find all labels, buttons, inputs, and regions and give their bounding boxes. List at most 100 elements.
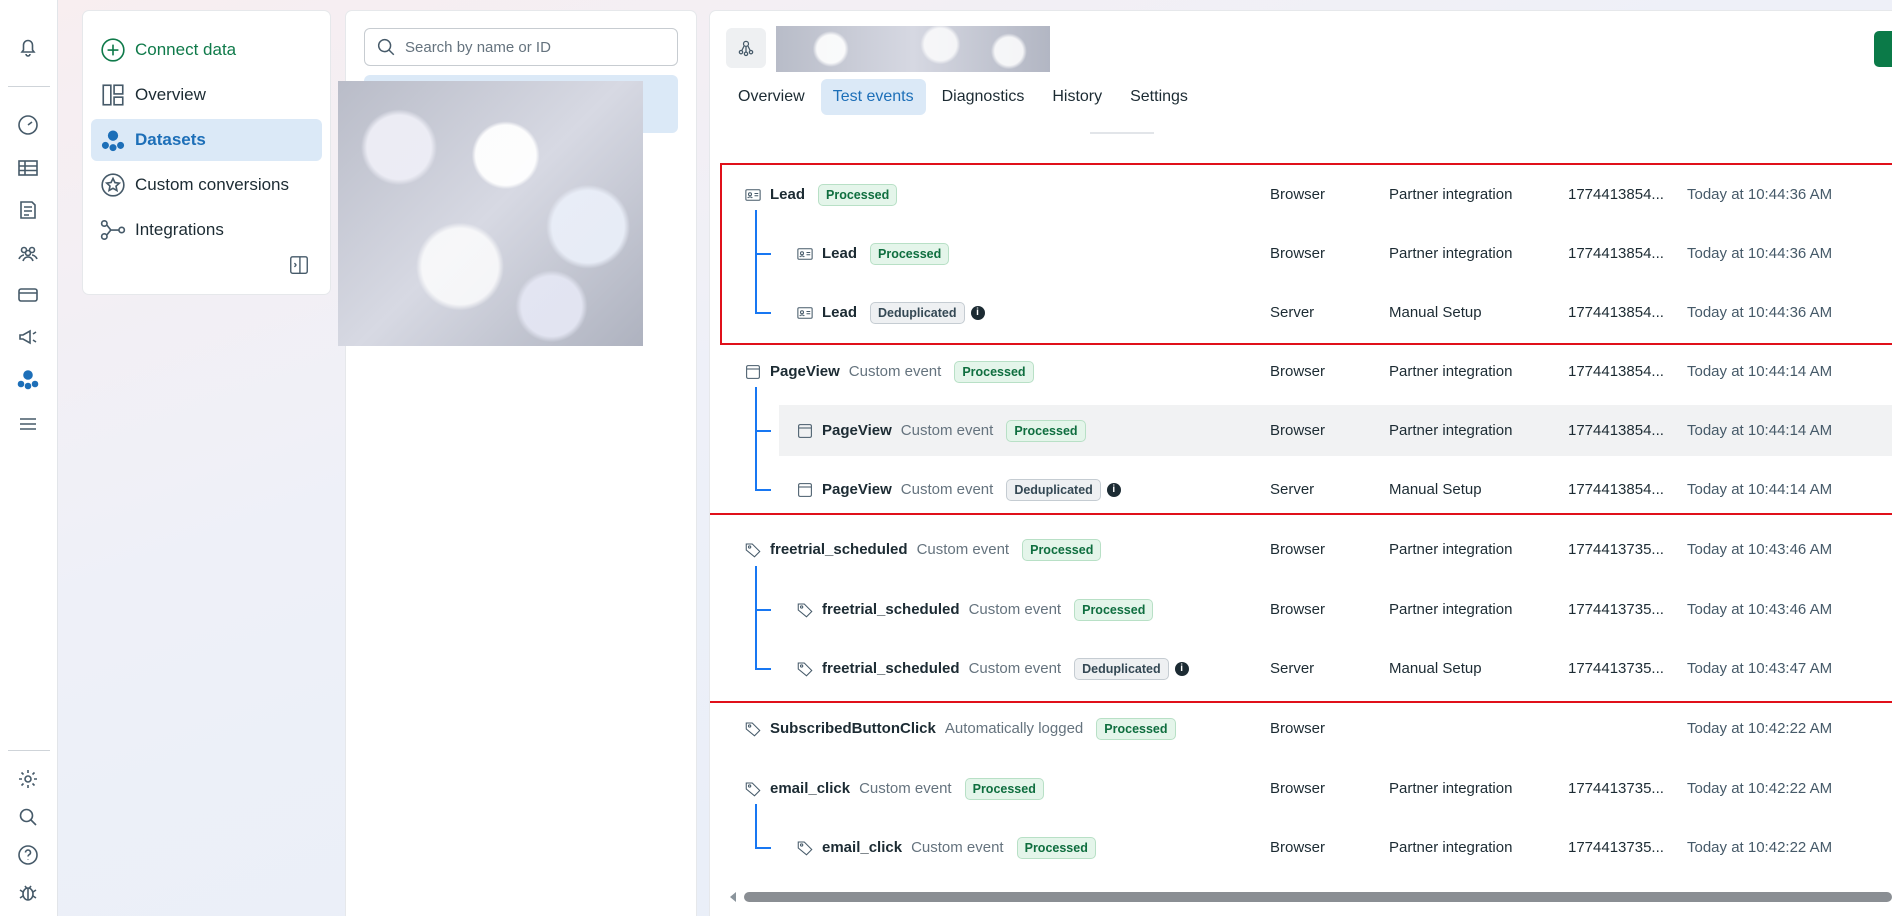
tab-diagnostics[interactable]: Diagnostics <box>930 79 1037 115</box>
nav-item-label: Custom conversions <box>135 175 290 194</box>
rail-divider <box>8 750 50 751</box>
source-cell: Browser <box>1270 839 1326 856</box>
tab-settings[interactable]: Settings <box>1118 79 1200 115</box>
integration-cell: Partner integration <box>1389 422 1513 439</box>
source-cell: Browser <box>1270 720 1326 737</box>
table-row[interactable]: PageView Custom event Processed Browser Part… <box>710 401 1892 460</box>
nav-item-datasets[interactable]: Datasets <box>91 119 322 161</box>
event-id-cell: 1774413854... <box>1568 422 1664 439</box>
tag-icon <box>796 839 814 857</box>
dataset-detail-panel: Overview Test events Diagnostics History… <box>710 11 1892 916</box>
tree-connector <box>755 429 771 432</box>
event-cell: PageView Custom event Processed <box>744 360 1034 383</box>
table-row[interactable]: SubscribedButtonClick Automatically logge… <box>710 698 1892 759</box>
dataset-name-blurred <box>776 26 1050 72</box>
event-cell: PageView Custom event Deduplicated i <box>796 478 1121 501</box>
tab-overview[interactable]: Overview <box>726 79 817 115</box>
event-name[interactable]: PageView <box>770 363 840 380</box>
collapse-sidebar-icon[interactable] <box>288 254 310 276</box>
event-name[interactable]: email_click <box>822 839 902 856</box>
nav-item-label: Overview <box>135 85 206 104</box>
plus-circle-icon <box>99 36 127 64</box>
integration-cell: Partner integration <box>1389 780 1513 797</box>
nav-item-label: Integrations <box>135 220 224 239</box>
primary-action-button[interactable] <box>1874 31 1892 67</box>
menu-icon[interactable] <box>13 409 43 439</box>
highlight-box <box>710 513 1892 703</box>
nav-item-custom-conversions[interactable]: Custom conversions <box>91 164 322 206</box>
table-row[interactable]: PageView Custom event Processed Browser Part… <box>710 342 1892 401</box>
info-icon[interactable]: i <box>1106 482 1121 497</box>
table-icon[interactable] <box>13 153 43 183</box>
tab-test-events[interactable]: Test events <box>820 79 926 115</box>
tab-history[interactable]: History <box>1040 79 1114 115</box>
search-input[interactable] <box>405 38 665 56</box>
page-icon <box>796 481 814 499</box>
tree-connector <box>755 846 771 849</box>
event-name[interactable]: PageView <box>822 481 892 498</box>
event-id-cell: 1774413735... <box>1568 780 1664 797</box>
table-row[interactable]: email_click Custom event Processed Browser P… <box>710 759 1892 818</box>
datasets-icon <box>99 126 127 154</box>
scroll-left-arrow-icon[interactable] <box>730 892 736 902</box>
event-name[interactable]: PageView <box>822 422 892 439</box>
time-cell: Today at 10:42:22 AM <box>1687 839 1833 856</box>
dataset-icon <box>738 40 754 57</box>
source-cell: Browser <box>1270 780 1326 797</box>
table-row[interactable]: email_click Custom event Processed Browser P… <box>710 818 1892 877</box>
status-badge: Processed <box>1096 717 1176 740</box>
highlight-box <box>720 163 1892 345</box>
event-type: Automatically logged <box>944 720 1084 737</box>
status-badge: Processed <box>954 360 1034 383</box>
scrollbar-thumb[interactable] <box>744 892 1892 902</box>
nav-item-overview[interactable]: Overview <box>91 74 322 116</box>
connect-data-label: Connect data <box>135 40 237 59</box>
tree-connector <box>755 804 757 849</box>
speedometer-icon[interactable] <box>13 110 43 140</box>
integration-cell: Partner integration <box>1389 363 1513 380</box>
event-id-cell: 1774413854... <box>1568 363 1664 380</box>
event-type: Custom event <box>900 481 994 498</box>
ads-icon[interactable] <box>13 322 43 352</box>
rail-divider <box>8 86 50 87</box>
tag-icon <box>744 720 762 738</box>
search-icon <box>377 38 395 56</box>
settings-icon[interactable] <box>13 764 43 794</box>
time-cell: Today at 10:42:22 AM <box>1687 720 1833 737</box>
bell-icon[interactable] <box>13 32 43 62</box>
horizontal-scrollbar[interactable] <box>730 891 1892 903</box>
integration-cell: Manual Setup <box>1389 481 1482 498</box>
tab-underline <box>1090 132 1154 134</box>
tag-icon <box>744 780 762 798</box>
source-cell: Browser <box>1270 422 1326 439</box>
nav-card: Connect data Overview Datasets Custom co… <box>83 11 330 294</box>
nav-item-integrations[interactable]: Integrations <box>91 209 322 251</box>
tree-connector <box>755 387 757 491</box>
icon-rail <box>0 0 58 916</box>
datasets-icon[interactable] <box>13 364 43 394</box>
bug-icon[interactable] <box>13 878 43 908</box>
connect-data-button[interactable]: Connect data <box>91 29 322 71</box>
event-cell: email_click Custom event Processed <box>796 836 1096 859</box>
search-icon[interactable] <box>13 802 43 832</box>
search-box[interactable] <box>364 28 678 66</box>
dataset-list-panel <box>338 11 696 916</box>
nav-item-label: Datasets <box>135 130 206 149</box>
event-name[interactable]: email_click <box>770 780 850 797</box>
page-icon <box>796 422 814 440</box>
audiences-icon[interactable] <box>13 238 43 268</box>
time-cell: Today at 10:42:22 AM <box>1687 780 1833 797</box>
table-row[interactable]: PageView Custom event Deduplicated i Server M… <box>710 460 1892 519</box>
tab-bar: Overview Test events Diagnostics History… <box>726 79 1200 115</box>
billing-icon[interactable] <box>13 280 43 310</box>
custom-conversions-icon <box>99 171 127 199</box>
catalog-icon[interactable] <box>13 195 43 225</box>
help-icon[interactable] <box>13 840 43 870</box>
status-badge: Deduplicated <box>1006 478 1101 501</box>
page-icon <box>744 363 762 381</box>
dataset-icon-button[interactable] <box>726 28 766 68</box>
status-badge: Processed <box>1016 836 1096 859</box>
source-cell: Browser <box>1270 363 1326 380</box>
event-name[interactable]: SubscribedButtonClick <box>770 720 936 737</box>
event-cell: email_click Custom event Processed <box>744 777 1044 800</box>
